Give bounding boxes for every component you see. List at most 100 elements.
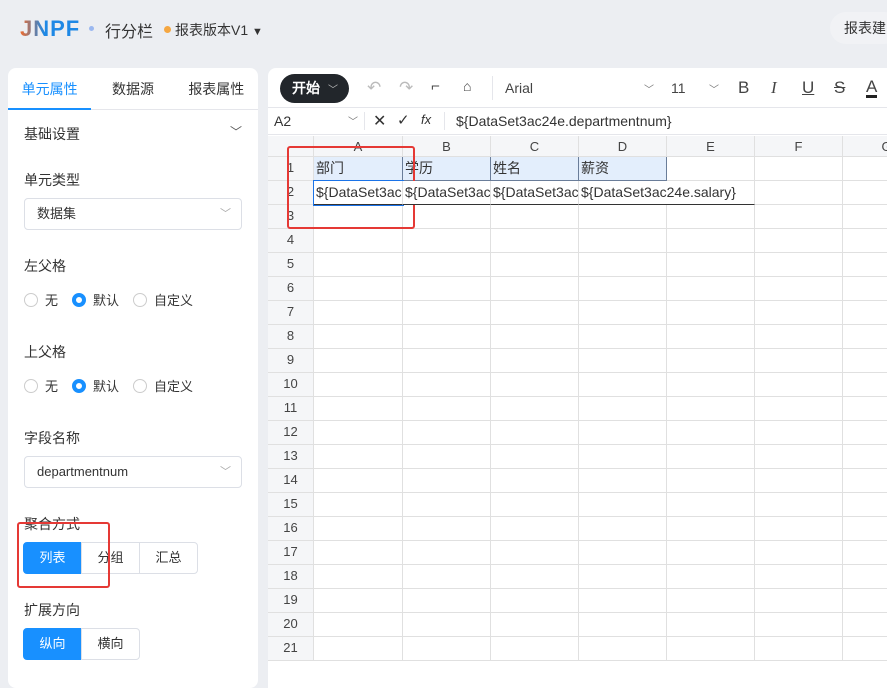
cell[interactable] bbox=[403, 445, 491, 469]
cell[interactable] bbox=[579, 613, 667, 637]
cell[interactable] bbox=[843, 565, 887, 589]
tab-cell-properties[interactable]: 单元属性 bbox=[8, 68, 92, 110]
cell[interactable] bbox=[843, 469, 887, 493]
row-header-18[interactable]: 18 bbox=[268, 565, 314, 589]
undo-icon[interactable]: ↶ bbox=[367, 78, 381, 98]
cell[interactable] bbox=[667, 349, 755, 373]
field-name-select[interactable]: departmentnum ﹀ bbox=[24, 456, 242, 488]
cell[interactable] bbox=[667, 205, 755, 229]
cell[interactable] bbox=[755, 157, 843, 181]
cell[interactable] bbox=[667, 445, 755, 469]
cell[interactable] bbox=[667, 469, 755, 493]
dir-horizontal-button[interactable]: 横向 bbox=[81, 628, 140, 660]
bold-button[interactable]: B bbox=[738, 78, 749, 98]
cell[interactable] bbox=[579, 421, 667, 445]
cell[interactable] bbox=[755, 397, 843, 421]
cell[interactable] bbox=[667, 253, 755, 277]
cell[interactable] bbox=[755, 613, 843, 637]
cell[interactable] bbox=[667, 397, 755, 421]
clear-format-icon[interactable]: ⌂ bbox=[463, 78, 471, 94]
cell[interactable] bbox=[579, 565, 667, 589]
radio-custom[interactable]: 自定义 bbox=[133, 290, 193, 309]
radio-none[interactable]: 无 bbox=[24, 376, 58, 395]
cell[interactable] bbox=[403, 253, 491, 277]
cell[interactable] bbox=[667, 373, 755, 397]
font-size-select[interactable]: 11 bbox=[671, 80, 686, 96]
cell[interactable] bbox=[491, 205, 579, 229]
cell[interactable] bbox=[403, 493, 491, 517]
basic-settings-header[interactable]: 基础设置 bbox=[24, 124, 80, 144]
start-menu-button[interactable]: 开始 ﹀ bbox=[280, 74, 349, 103]
radio-default[interactable]: 默认 bbox=[72, 376, 119, 395]
row-header-20[interactable]: 20 bbox=[268, 613, 314, 637]
cell[interactable] bbox=[579, 397, 667, 421]
column-header-F[interactable]: F bbox=[755, 136, 843, 157]
cell[interactable] bbox=[755, 589, 843, 613]
row-header-6[interactable]: 6 bbox=[268, 277, 314, 301]
row-header-10[interactable]: 10 bbox=[268, 373, 314, 397]
cell[interactable] bbox=[667, 301, 755, 325]
redo-icon[interactable]: ↷ bbox=[399, 78, 413, 98]
underline-button[interactable]: U bbox=[802, 78, 814, 98]
cell[interactable] bbox=[403, 421, 491, 445]
cell[interactable] bbox=[491, 277, 579, 301]
cell[interactable] bbox=[314, 517, 403, 541]
cell[interactable] bbox=[667, 613, 755, 637]
cell[interactable] bbox=[755, 493, 843, 517]
cell[interactable] bbox=[579, 229, 667, 253]
cell[interactable] bbox=[667, 325, 755, 349]
cell[interactable] bbox=[403, 541, 491, 565]
cell[interactable] bbox=[755, 565, 843, 589]
cell[interactable] bbox=[843, 253, 887, 277]
cell[interactable] bbox=[314, 253, 403, 277]
font-family-select[interactable]: Arial bbox=[505, 80, 533, 96]
cell[interactable] bbox=[755, 301, 843, 325]
cell[interactable] bbox=[403, 301, 491, 325]
cell[interactable] bbox=[579, 301, 667, 325]
cell[interactable] bbox=[403, 349, 491, 373]
row-header-8[interactable]: 8 bbox=[268, 325, 314, 349]
cell[interactable] bbox=[667, 493, 755, 517]
cell[interactable] bbox=[755, 445, 843, 469]
cell[interactable] bbox=[579, 349, 667, 373]
cell[interactable] bbox=[314, 493, 403, 517]
radio-none[interactable]: 无 bbox=[24, 290, 58, 309]
cell[interactable] bbox=[843, 349, 887, 373]
cell[interactable] bbox=[579, 637, 667, 661]
function-icon[interactable]: fx bbox=[421, 112, 431, 127]
row-header-9[interactable]: 9 bbox=[268, 349, 314, 373]
cell[interactable] bbox=[491, 541, 579, 565]
cell[interactable] bbox=[403, 397, 491, 421]
cell[interactable] bbox=[403, 589, 491, 613]
cell[interactable] bbox=[755, 421, 843, 445]
cell[interactable] bbox=[843, 613, 887, 637]
cell[interactable] bbox=[843, 181, 887, 205]
cell[interactable] bbox=[755, 637, 843, 661]
cell[interactable] bbox=[314, 301, 403, 325]
chevron-down-icon[interactable]: ﹀ bbox=[230, 123, 242, 140]
cell[interactable] bbox=[491, 373, 579, 397]
cell[interactable] bbox=[755, 373, 843, 397]
cell[interactable] bbox=[579, 589, 667, 613]
cell[interactable] bbox=[403, 277, 491, 301]
cell[interactable] bbox=[491, 349, 579, 373]
cell[interactable] bbox=[579, 517, 667, 541]
tab-report-properties[interactable]: 报表属性 bbox=[175, 68, 258, 109]
cell[interactable] bbox=[403, 637, 491, 661]
confirm-icon[interactable]: ✓ bbox=[397, 111, 410, 129]
cell[interactable] bbox=[403, 517, 491, 541]
cell[interactable] bbox=[843, 637, 887, 661]
cell[interactable] bbox=[755, 517, 843, 541]
row-header-5[interactable]: 5 bbox=[268, 253, 314, 277]
cell[interactable] bbox=[314, 589, 403, 613]
row-header-17[interactable]: 17 bbox=[268, 541, 314, 565]
cell[interactable] bbox=[314, 613, 403, 637]
strikethrough-button[interactable]: S bbox=[834, 78, 845, 98]
cell[interactable] bbox=[314, 397, 403, 421]
cell[interactable] bbox=[843, 301, 887, 325]
cell[interactable] bbox=[491, 637, 579, 661]
version-selector[interactable]: 报表版本V1 ▼ bbox=[164, 20, 263, 40]
cell[interactable] bbox=[579, 469, 667, 493]
column-header-E[interactable]: E bbox=[667, 136, 755, 157]
cell[interactable] bbox=[843, 517, 887, 541]
